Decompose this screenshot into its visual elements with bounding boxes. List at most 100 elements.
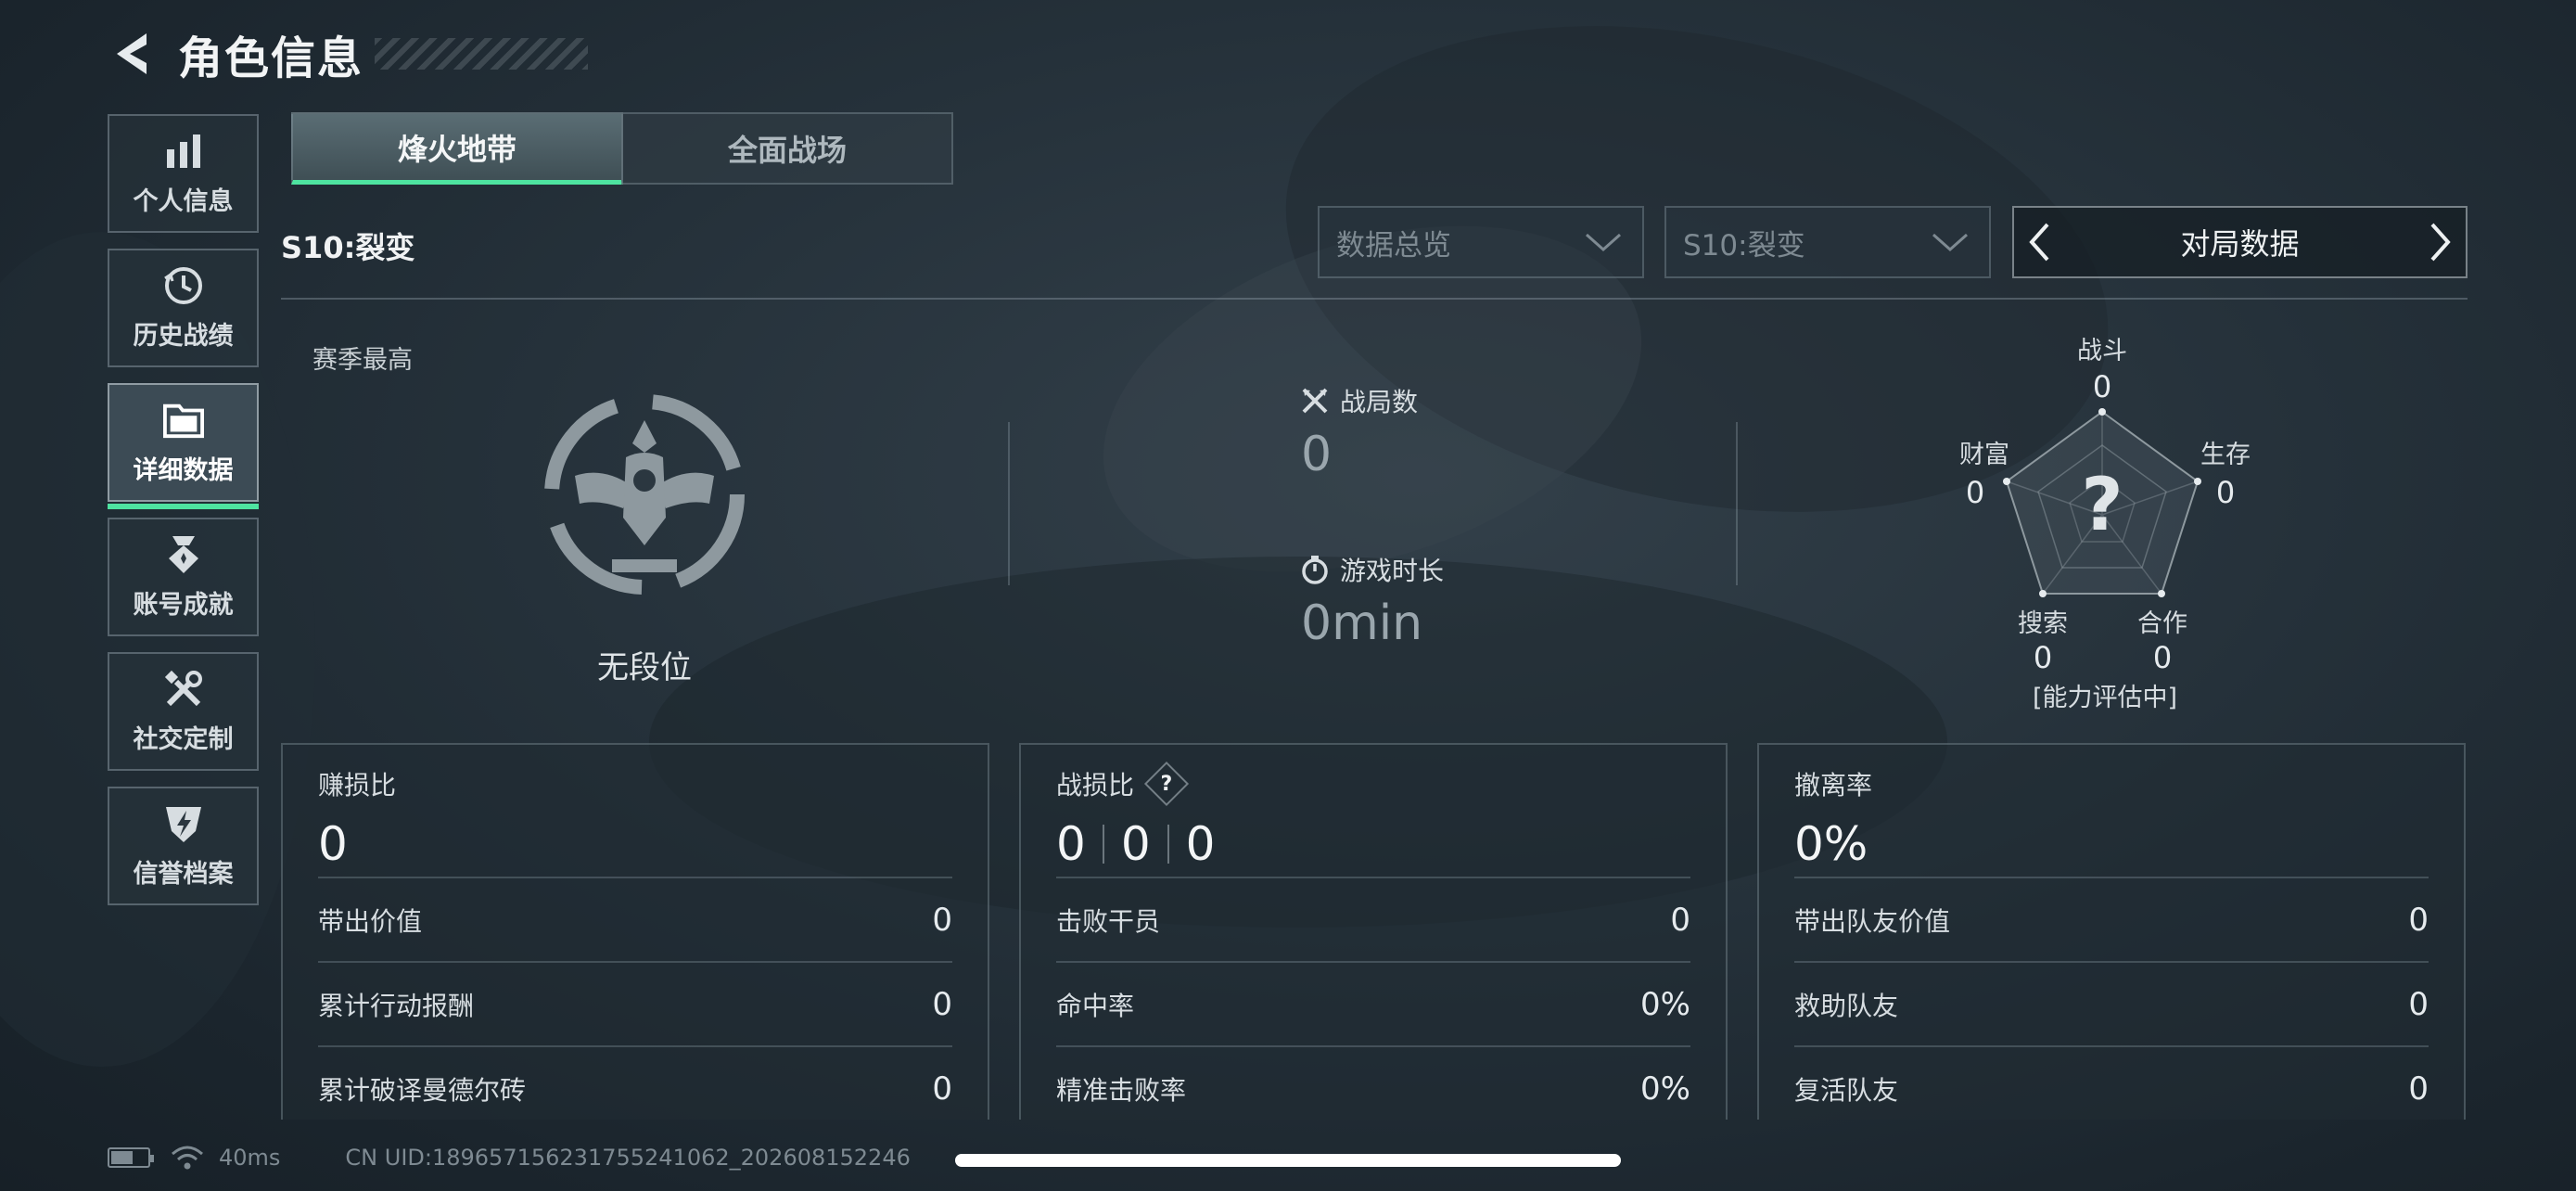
radar-axis-value: 0 — [2092, 369, 2112, 404]
kd-part: 0 — [1185, 817, 1216, 871]
row-value: 0 — [1670, 901, 1690, 939]
radar-axis-label: 搜索 — [2018, 609, 2068, 638]
playtime-stat: 游戏时长 0min — [1301, 551, 1444, 651]
stopwatch-icon — [1302, 556, 1328, 584]
row-value: 0 — [2408, 985, 2429, 1023]
switcher-label: 对局数据 — [2180, 226, 2300, 262]
uid-text: CN UID:18965715623175524106‌2_2026081522… — [345, 1145, 911, 1171]
battery-icon — [108, 1147, 154, 1168]
tools-icon — [163, 669, 204, 710]
row-value: 0% — [1640, 1069, 1690, 1108]
radar-axis-value: 0 — [2033, 640, 2053, 675]
title-decoration — [375, 38, 589, 70]
table-row: 带出价值 0 — [318, 877, 952, 961]
table-row: 击败干员 0 — [1056, 877, 1690, 961]
radar-axis-value: 0 — [2215, 475, 2236, 510]
table-row: 复活队友 0 — [1794, 1045, 2429, 1130]
table-row: 精准击败率 0% — [1056, 1045, 1690, 1130]
data-type-dropdown[interactable]: 数据总览 — [1318, 206, 1644, 278]
chevron-down-icon — [1586, 233, 1621, 252]
card-title: 撤离率 — [1794, 770, 1873, 800]
shield-lightning-icon — [163, 803, 204, 844]
table-row: 命中率 0% — [1056, 961, 1690, 1045]
section-divider — [281, 298, 2468, 300]
table-row: 带出队友价值 0 — [1794, 877, 2429, 961]
row-label: 救助队友 — [1794, 990, 1899, 1021]
rank-label: 无段位 — [597, 649, 692, 686]
sidebar-item-personal-info[interactable]: 个人信息 — [108, 114, 259, 233]
kd-part: 0 — [1120, 817, 1151, 871]
radar-axis-value: 0 — [1965, 475, 1985, 510]
card-title: 战损比 — [1056, 770, 1135, 800]
radar-axis-label: 财富 — [1959, 441, 2009, 469]
sidebar-item-label: 历史战绩 — [133, 321, 234, 351]
chevron-down-icon — [1932, 233, 1968, 252]
table-row: 救助队友 0 — [1794, 961, 2429, 1045]
back-button[interactable] — [104, 26, 159, 82]
row-label: 复活队友 — [1794, 1074, 1899, 1106]
ability-radar: ? 战斗 0 生存 0 合作 0 搜索 0 财富 0 [能力评估中] — [1947, 325, 2263, 714]
ratio-separator — [1102, 825, 1104, 864]
summary-divider — [1736, 422, 1738, 585]
matches-stat: 战局数 0 — [1301, 382, 1418, 482]
profit-loss-card: 赚损比 0 带出价值 0 累计行动报酬 0 累计破译曼德尔砖 0 — [281, 743, 989, 1120]
status-footer: 40ms CN UID:18965715623175524106‌2_20260… — [108, 1141, 911, 1174]
row-label: 带出队友价值 — [1794, 905, 1951, 937]
row-label: 累计行动报酬 — [318, 990, 475, 1021]
radar-axis-value: 0 — [2152, 640, 2173, 675]
sidebar-item-achievements[interactable]: 账号成就 — [108, 518, 259, 636]
radar-axis-label: 战斗 — [2077, 337, 2127, 365]
page-header: 角色信息 — [104, 20, 589, 87]
radar-status: [能力评估中] — [2032, 684, 2178, 712]
playtime-label: 游戏时长 — [1340, 556, 1445, 586]
chevron-right-icon[interactable] — [2429, 222, 2453, 263]
season-dropdown[interactable]: S10:裂变 — [1664, 206, 1991, 278]
tab-all-out-warfare[interactable]: 全面战场 — [621, 112, 953, 185]
folder-icon — [162, 400, 204, 441]
wifi-icon — [172, 1146, 203, 1170]
crossed-swords-icon — [1302, 388, 1328, 414]
sidebar-item-label: 个人信息 — [133, 186, 234, 216]
sidebar-item-label: 社交定制 — [133, 724, 234, 754]
sidebar-item-history[interactable]: 历史战绩 — [108, 249, 259, 367]
season-title: S10:裂变 — [281, 230, 415, 265]
ratio-separator — [1167, 825, 1169, 864]
row-value: 0 — [2408, 1069, 2429, 1108]
sidebar-item-reputation[interactable]: 信誉档案 — [108, 787, 259, 905]
card-title: 赚损比 — [318, 770, 397, 800]
row-label: 命中率 — [1056, 990, 1135, 1021]
data-type-value: 数据总览 — [1336, 228, 1451, 263]
sidebar-item-detailed-data[interactable]: 详细数据 — [108, 383, 259, 509]
chevron-left-icon[interactable] — [2027, 222, 2051, 263]
matches-value: 0 — [1301, 427, 1333, 482]
ping-text: 40ms — [219, 1145, 281, 1171]
table-row: 累计破译曼德尔砖 0 — [318, 1045, 952, 1130]
help-icon[interactable]: ? — [1143, 761, 1190, 807]
bar-chart-icon — [163, 131, 204, 172]
rank-emblem-icon — [544, 394, 745, 595]
sidebar-item-label: 信誉档案 — [133, 859, 234, 889]
row-label: 击败干员 — [1056, 905, 1161, 937]
row-label: 带出价值 — [318, 905, 423, 937]
tab-hazard-zone[interactable]: 烽火地带 — [291, 112, 623, 185]
home-indicator[interactable] — [955, 1154, 1621, 1167]
row-label: 精准击败率 — [1056, 1074, 1187, 1106]
page-title: 角色信息 — [178, 32, 364, 84]
mode-tabs: 烽火地带 全面战场 — [291, 112, 953, 185]
sidebar-item-social[interactable]: 社交定制 — [108, 652, 259, 771]
rank-caption: 赛季最高 — [312, 346, 413, 375]
extraction-card: 撤离率 0% 带出队友价值 0 救助队友 0 复活队友 0 — [1757, 743, 2466, 1120]
back-arrow-icon — [117, 33, 147, 74]
kd-ratio-values: 0 0 0 — [1056, 812, 1690, 877]
summary-divider — [1008, 422, 1010, 585]
sidebar: 个人信息 历史战绩 详细数据 账号成就 社交定制 信誉档案 — [108, 114, 259, 921]
row-value: 0 — [2408, 901, 2429, 939]
card-main-value: 0% — [1794, 817, 1868, 871]
kd-part: 0 — [1056, 817, 1086, 871]
season-value: S10:裂变 — [1683, 228, 1805, 263]
row-value: 0 — [932, 985, 952, 1023]
card-main-value: 0 — [318, 817, 348, 871]
medal-icon — [163, 534, 204, 575]
playtime-value: 0min — [1301, 596, 1423, 651]
history-clock-icon — [163, 265, 204, 306]
